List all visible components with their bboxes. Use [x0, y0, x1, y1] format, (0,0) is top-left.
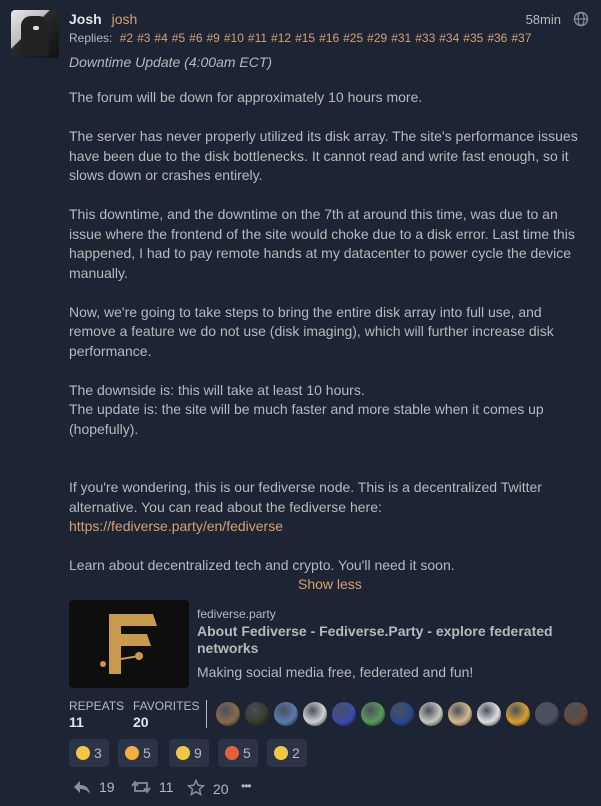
post-paragraph-group: The downside is: this will take at least…: [69, 381, 591, 440]
post-line: Learn about decentralized tech and crypt…: [69, 557, 455, 573]
reaction-button[interactable]: 3: [69, 739, 109, 767]
replies-list: Replies: #2 #3 #4 #5 #6 #9 #10 #11 #12 #15 #16 #25 #…: [69, 31, 535, 45]
post-paragraph: If you're wondering, this is our fediver…: [69, 478, 591, 537]
avatar-eye: [33, 26, 39, 30]
post-line: The downside is: this will take at least…: [69, 381, 365, 398]
reaction-count: 5: [143, 745, 151, 761]
reply-link[interactable]: #9: [207, 31, 220, 45]
reply-link[interactable]: #15: [295, 31, 315, 45]
link-preview-card[interactable]: fediverse.party About Fediverse - Fedive…: [69, 600, 591, 688]
card-thumbnail: [69, 600, 189, 688]
avatar-figure: [21, 16, 49, 56]
favoriter-avatar[interactable]: [477, 702, 501, 726]
post-header: Josh josh 58min: [69, 11, 591, 31]
post-body: The forum will be down for approximately…: [69, 88, 591, 576]
reply-link[interactable]: #33: [415, 31, 435, 45]
reply-link[interactable]: #5: [172, 31, 185, 45]
favoriter-avatar[interactable]: [303, 702, 327, 726]
clap-emoji-icon: [125, 746, 139, 760]
reaction-button[interactable]: 5: [218, 739, 258, 767]
favoriter-avatar[interactable]: [361, 702, 385, 726]
reply-link[interactable]: #10: [224, 31, 244, 45]
reply-link[interactable]: #16: [319, 31, 339, 45]
reaction-button[interactable]: 5: [118, 739, 158, 767]
favorites-stat[interactable]: FAVORITES 20: [133, 699, 199, 730]
card-title[interactable]: About Fediverse - Fediverse.Party - expl…: [197, 623, 587, 657]
replies-label: Replies:: [69, 31, 113, 45]
favoriter-avatar[interactable]: [506, 702, 530, 726]
more-options-button[interactable]: •••: [241, 779, 252, 793]
post-line: The update is: the site will be much fas…: [69, 401, 544, 437]
reply-link[interactable]: #36: [487, 31, 507, 45]
reply-link[interactable]: #29: [367, 31, 387, 45]
repeats-count: 11: [69, 714, 84, 730]
favoriter-avatar[interactable]: [419, 702, 443, 726]
stats-divider: [206, 700, 207, 728]
favoriter-avatar[interactable]: [245, 702, 269, 726]
fediverse-link[interactable]: https://fediverse.party/en/fediverse: [69, 518, 283, 534]
author-handle[interactable]: josh: [112, 11, 138, 27]
repeats-stat[interactable]: REPEATS 11: [69, 699, 124, 730]
favorite-button[interactable]: 20: [186, 778, 229, 797]
post-time[interactable]: 58min: [526, 12, 561, 27]
favorites-count: 20: [133, 714, 149, 730]
reply-link[interactable]: #3: [137, 31, 150, 45]
post-line: If you're wondering, this is our fediver…: [69, 479, 542, 515]
reply-links: #2 #3 #4 #5 #6 #9 #10 #11 #12 #15 #16 #25 #29 #31 #33 #…: [120, 31, 536, 45]
favoriter-avatar[interactable]: [535, 702, 559, 726]
repeat-count: 11: [159, 779, 174, 795]
favorites-label: FAVORITES: [133, 699, 200, 713]
favoriter-avatar[interactable]: [216, 702, 240, 726]
post-paragraph: This downtime, and the downtime on the 7…: [69, 206, 575, 281]
favoriter-avatar[interactable]: [390, 702, 414, 726]
favoriter-avatar[interactable]: [564, 702, 588, 726]
card-site: fediverse.party: [197, 607, 276, 621]
reply-link[interactable]: #25: [343, 31, 363, 45]
repeats-label: REPEATS: [69, 699, 125, 713]
reaction-count: 3: [94, 745, 102, 761]
card-description: Making social media free, federated and …: [197, 664, 474, 680]
repeat-icon: [131, 780, 151, 794]
reply-count: 19: [99, 779, 115, 795]
globe-icon: [573, 11, 589, 27]
post-paragraph: The server has never properly utilized i…: [69, 128, 578, 183]
author-name[interactable]: Josh: [69, 11, 102, 27]
reply-link[interactable]: #4: [154, 31, 167, 45]
reaction-button[interactable]: 9: [169, 739, 209, 767]
reply-link[interactable]: #34: [439, 31, 459, 45]
reply-link[interactable]: #6: [189, 31, 202, 45]
reply-link[interactable]: #2: [120, 31, 133, 45]
favoriter-avatar[interactable]: [274, 702, 298, 726]
reaction-button[interactable]: 2: [267, 739, 307, 767]
favoriter-avatar[interactable]: [332, 702, 356, 726]
post-subject: Downtime Update (4:00am ECT): [69, 54, 273, 70]
favoriter-avatar[interactable]: [448, 702, 472, 726]
reaction-count: 9: [194, 745, 202, 761]
star-icon: [186, 778, 206, 797]
fediverse-logo-icon: [100, 614, 157, 674]
post-paragraph: The forum will be down for approximately…: [69, 89, 423, 105]
sad-emoji-icon: [274, 746, 288, 760]
reply-link[interactable]: #31: [391, 31, 411, 45]
reply-link[interactable]: #37: [511, 31, 531, 45]
grin-emoji-icon: [76, 746, 90, 760]
repeat-button[interactable]: 11: [131, 779, 174, 795]
show-less-link[interactable]: Show less: [298, 576, 362, 592]
post-actions: 19 11 20 •••: [69, 776, 369, 800]
post-paragraph: Now, we're going to take steps to bring …: [69, 303, 554, 359]
reply-button[interactable]: 19: [73, 779, 115, 795]
reply-link[interactable]: #35: [463, 31, 483, 45]
reaction-count: 2: [292, 745, 300, 761]
reply-link[interactable]: #12: [271, 31, 291, 45]
reply-icon: [74, 781, 90, 794]
favorite-count: 20: [213, 781, 229, 797]
author-avatar[interactable]: [11, 10, 59, 58]
reply-link[interactable]: #11: [248, 31, 267, 45]
thumbs-up-emoji-icon: [176, 746, 190, 760]
rainbow-emoji-icon: [225, 746, 239, 760]
reaction-count: 5: [243, 745, 251, 761]
